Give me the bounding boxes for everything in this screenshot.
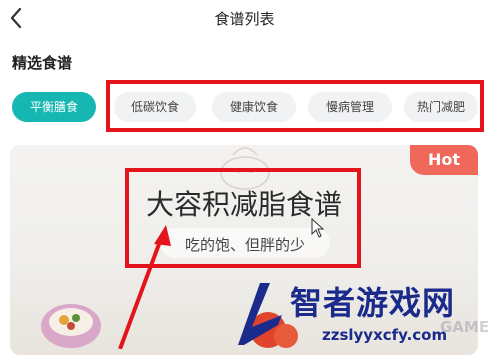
page-title: 食谱列表	[214, 10, 275, 28]
watermark-brand: 智者游戏网	[290, 284, 456, 322]
watermark-url: zzslyyxcfy.com	[322, 326, 448, 344]
section-title: 精选食谱	[12, 54, 73, 72]
header-bar: 食谱列表	[0, 0, 489, 36]
tab-balanced-diet[interactable]: 平衡膳食	[12, 92, 96, 122]
annotation-box-tabs	[106, 80, 484, 132]
watermark-faint-text: GAME	[440, 318, 489, 336]
hot-badge: Hot	[410, 145, 478, 175]
food-bowl-image	[41, 304, 101, 348]
annotation-box-banner	[125, 168, 361, 268]
